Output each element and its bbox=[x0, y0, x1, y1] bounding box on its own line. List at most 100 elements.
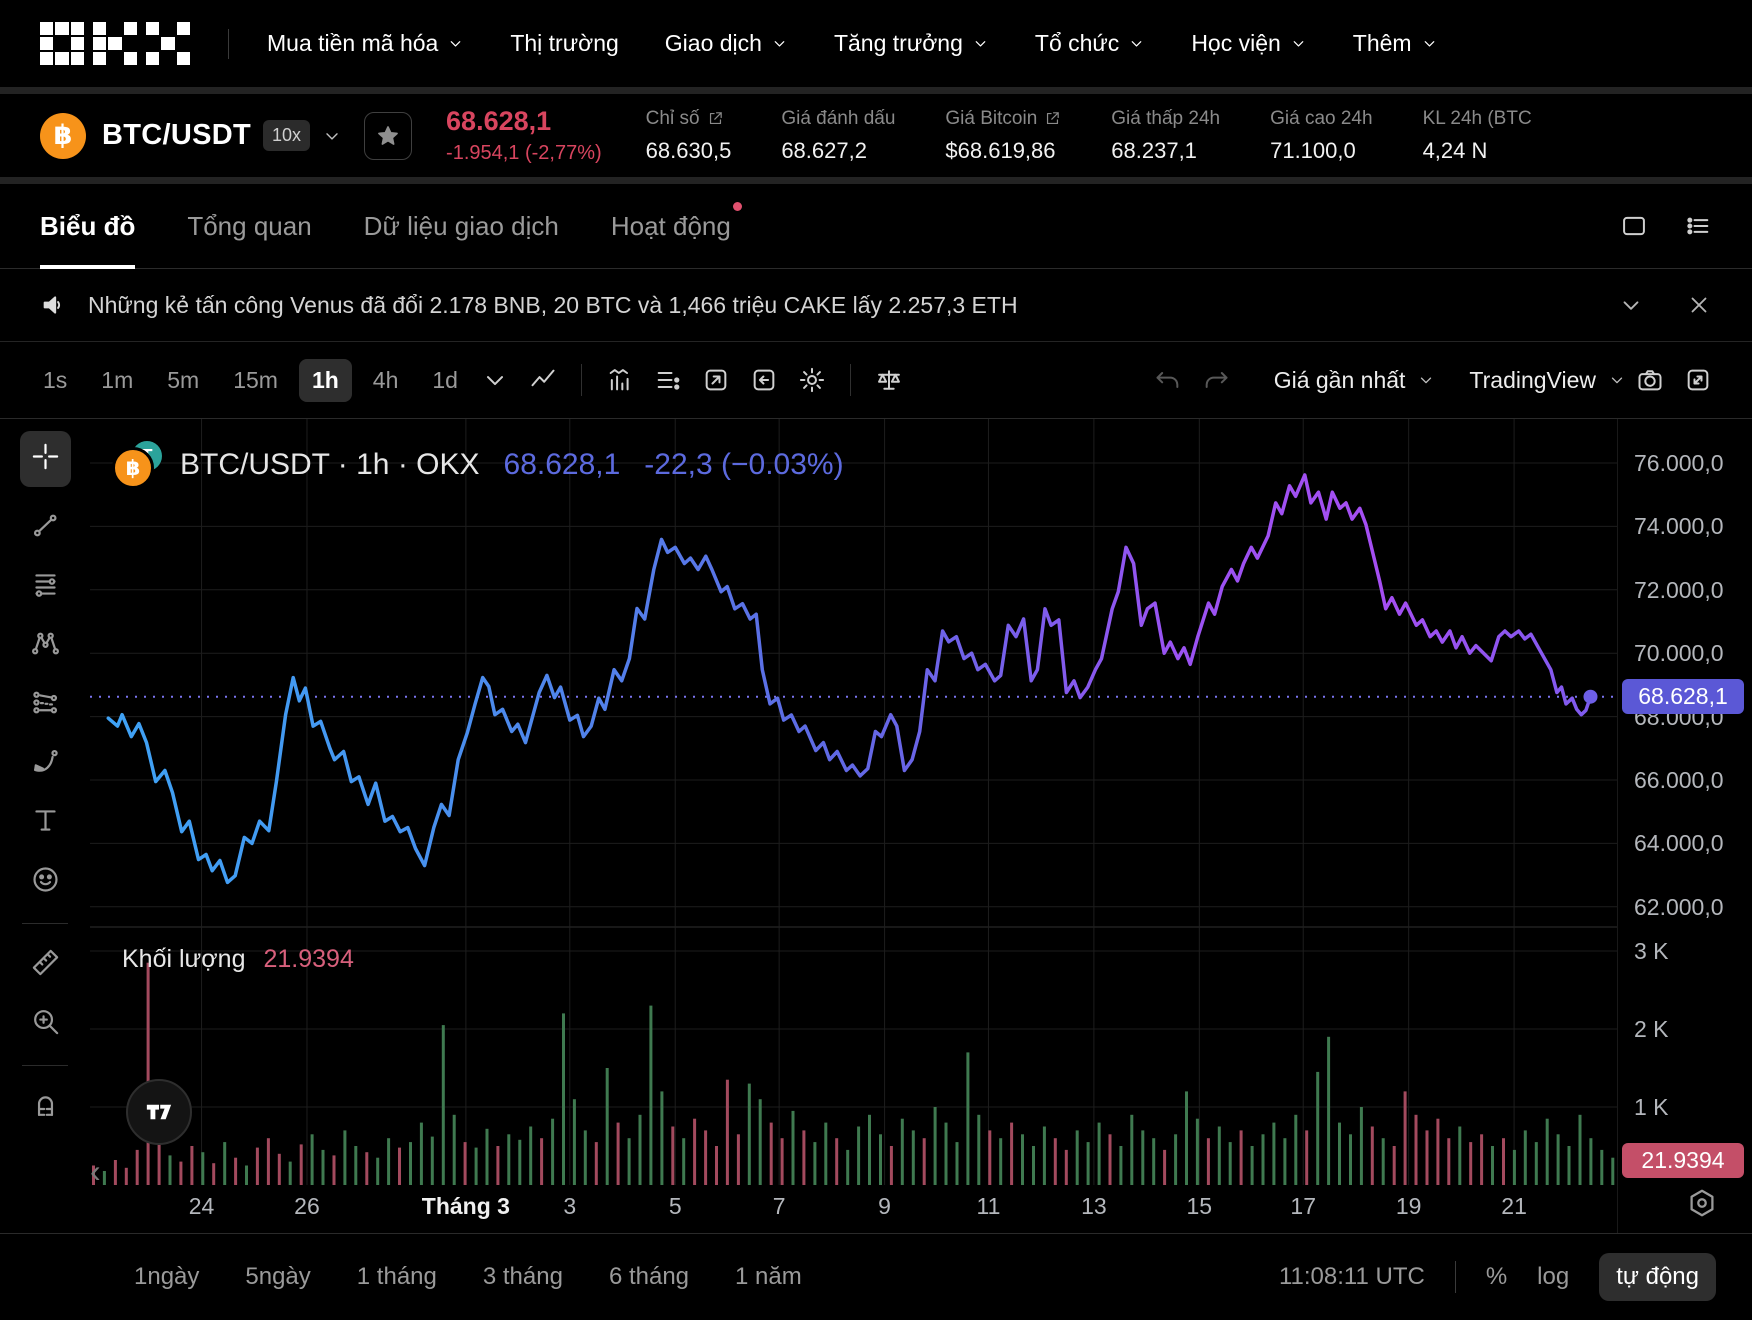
forecast-tool[interactable] bbox=[30, 687, 61, 723]
range-button-1ngày[interactable]: 1ngày bbox=[134, 1263, 199, 1291]
okx-logo-k bbox=[93, 22, 137, 66]
brush-tool[interactable] bbox=[30, 746, 61, 782]
trend-line-tool[interactable] bbox=[30, 510, 61, 546]
nav-item-label: Tăng trưởng bbox=[834, 30, 963, 57]
tool-divider bbox=[22, 923, 68, 924]
speaker-icon bbox=[40, 291, 68, 319]
replay-icon[interactable] bbox=[740, 366, 788, 394]
nav-item-thêm[interactable]: Thêm bbox=[1353, 30, 1438, 57]
chart-scroll-left-icon[interactable]: ‹ bbox=[90, 1155, 101, 1187]
fib-retracement-tool[interactable] bbox=[30, 569, 61, 605]
auto-scale-button[interactable]: tự động bbox=[1599, 1253, 1716, 1301]
nav-item-tổ-chức[interactable]: Tổ chức bbox=[1035, 30, 1145, 57]
legend-title[interactable]: BTC/USDT · 1h · OKX bbox=[180, 448, 480, 482]
announcement-text[interactable]: Những kẻ tấn công Venus đã đổi 2.178 BNB… bbox=[88, 292, 1576, 319]
alert-icon[interactable] bbox=[692, 366, 740, 394]
emoji-tool[interactable] bbox=[30, 864, 61, 900]
fullscreen-icon[interactable] bbox=[1674, 366, 1722, 394]
nav-item-thị-trường[interactable]: Thị trường bbox=[510, 30, 618, 57]
tabs-list: Biểu đồ Tổng quan Dữ liệu giao dịch Hoạt độ… bbox=[40, 184, 731, 268]
tab-hoạt-động[interactable]: Hoạt động bbox=[611, 184, 731, 268]
ticker-stat-label-text: Giá thấp 24h bbox=[1111, 108, 1220, 130]
time-axis-label: 3 bbox=[563, 1193, 576, 1220]
external-link-icon[interactable] bbox=[1044, 110, 1061, 127]
nav-item-tăng-trưởng[interactable]: Tăng trưởng bbox=[834, 30, 989, 57]
favorite-button[interactable] bbox=[364, 112, 412, 160]
nav-item-label: Giao dịch bbox=[665, 30, 762, 57]
log-scale-button[interactable]: log bbox=[1537, 1263, 1569, 1291]
ruler-tool[interactable] bbox=[30, 947, 61, 983]
price-axis[interactable]: 68.628,1 21.9394 76.000,074.000,072.000,… bbox=[1617, 419, 1752, 1233]
chevron-down-icon[interactable] bbox=[471, 366, 519, 394]
crosshair-tool[interactable] bbox=[20, 431, 71, 487]
crosshair-icon bbox=[30, 441, 61, 472]
chart-region: T ฿ BTC/USDT · 1h · OKX 68.628,1 -22,3 (… bbox=[0, 419, 1752, 1233]
time-axis-label: Tháng 3 bbox=[422, 1193, 510, 1220]
axis-settings-icon[interactable] bbox=[1686, 1187, 1718, 1219]
xabcd-pattern-tool[interactable] bbox=[30, 628, 61, 664]
tab-dữ-liệu-giao-dịch[interactable]: Dữ liệu giao dịch bbox=[364, 184, 559, 268]
range-button-1-tháng[interactable]: 1 tháng bbox=[357, 1263, 437, 1291]
time-axis-label: 15 bbox=[1187, 1193, 1213, 1220]
time-axis-label: 17 bbox=[1290, 1193, 1316, 1220]
ticker-stat-value: 68.627,2 bbox=[781, 138, 895, 164]
close-icon[interactable] bbox=[1686, 292, 1712, 318]
settings-gear-icon[interactable] bbox=[788, 366, 836, 394]
drawing-toolbar bbox=[0, 419, 90, 1233]
ticker-stat: Chỉ số68.630,5 bbox=[646, 108, 732, 164]
scales-icon[interactable] bbox=[865, 366, 913, 394]
tab-label: Biểu đồ bbox=[40, 211, 135, 242]
chevron-down-icon[interactable] bbox=[1618, 292, 1644, 318]
tradingview-watermark[interactable] bbox=[126, 1079, 192, 1145]
timeframe-button-15m[interactable]: 15m bbox=[220, 359, 291, 402]
pair-name[interactable]: BTC/USDT bbox=[102, 119, 251, 152]
last-price-dropdown[interactable]: Giá gần nhất bbox=[1274, 367, 1436, 394]
panel-icon[interactable] bbox=[1620, 212, 1648, 240]
volume-label[interactable]: Khối lượng bbox=[122, 945, 245, 974]
ruler-icon bbox=[30, 947, 61, 978]
timeframe-button-1s[interactable]: 1s bbox=[30, 359, 80, 402]
percent-scale-button[interactable]: % bbox=[1486, 1263, 1507, 1291]
external-link-icon[interactable] bbox=[707, 110, 724, 127]
camera-icon[interactable] bbox=[1626, 366, 1674, 394]
top-nav: Mua tiền mã hóa Thị trường Giao dịch Tăng t… bbox=[0, 0, 1752, 87]
timeframe-button-1d[interactable]: 1d bbox=[419, 359, 471, 402]
timeframe-button-1h[interactable]: 1h bbox=[299, 359, 352, 402]
timeframe-button-1m[interactable]: 1m bbox=[88, 359, 146, 402]
undo-icon[interactable] bbox=[1144, 366, 1192, 394]
redo-icon[interactable] bbox=[1192, 366, 1240, 394]
tab-tổng-quan[interactable]: Tổng quan bbox=[187, 184, 311, 268]
nav-item-học-viện[interactable]: Học viện bbox=[1191, 30, 1306, 57]
okx-logo[interactable] bbox=[40, 22, 190, 66]
price-axis-label: 64.000,0 bbox=[1634, 830, 1724, 857]
tab-biểu-đồ[interactable]: Biểu đồ bbox=[40, 184, 135, 268]
range-button-3-tháng[interactable]: 3 tháng bbox=[483, 1263, 563, 1291]
ticker-stat-value: 68.630,5 bbox=[646, 138, 732, 164]
chevron-down-icon[interactable] bbox=[322, 126, 342, 146]
range-button-6-tháng[interactable]: 6 tháng bbox=[609, 1263, 689, 1291]
provider-dropdown[interactable]: TradingView bbox=[1469, 367, 1626, 394]
footer-divider bbox=[1455, 1261, 1456, 1293]
magnet-tool[interactable] bbox=[30, 1089, 61, 1125]
timeframe-group: 1s1m5m15m1h4h1d bbox=[30, 359, 471, 402]
price-chart[interactable] bbox=[90, 419, 1618, 1233]
range-button-5ngày[interactable]: 5ngày bbox=[245, 1263, 310, 1291]
range-button-1-năm[interactable]: 1 năm bbox=[735, 1263, 802, 1291]
indicators-icon[interactable] bbox=[596, 366, 644, 394]
ticker-stat-label-text: Giá Bitcoin bbox=[945, 108, 1037, 130]
chart-toolbar: 1s1m5m15m1h4h1d Giá gần nhất TradingView bbox=[0, 342, 1752, 419]
timeframe-button-5m[interactable]: 5m bbox=[154, 359, 212, 402]
templates-icon[interactable] bbox=[644, 366, 692, 394]
list-settings-icon[interactable] bbox=[1684, 212, 1712, 240]
time-axis-label: 24 bbox=[189, 1193, 215, 1220]
volume-axis-label: 2 K bbox=[1634, 1016, 1669, 1043]
timeframe-button-4h[interactable]: 4h bbox=[360, 359, 412, 402]
nav-item-mua-tiền-mã-hóa[interactable]: Mua tiền mã hóa bbox=[267, 30, 464, 57]
zoom-in-tool[interactable] bbox=[30, 1006, 61, 1042]
clock[interactable]: 11:08:11 UTC bbox=[1279, 1263, 1425, 1291]
ticker-stat-value: 4,24 N bbox=[1423, 138, 1532, 164]
nav-item-giao-dịch[interactable]: Giao dịch bbox=[665, 30, 788, 57]
chart-style-icon[interactable] bbox=[519, 366, 567, 394]
trend-line-icon bbox=[30, 510, 61, 541]
text-tool[interactable] bbox=[30, 805, 61, 841]
